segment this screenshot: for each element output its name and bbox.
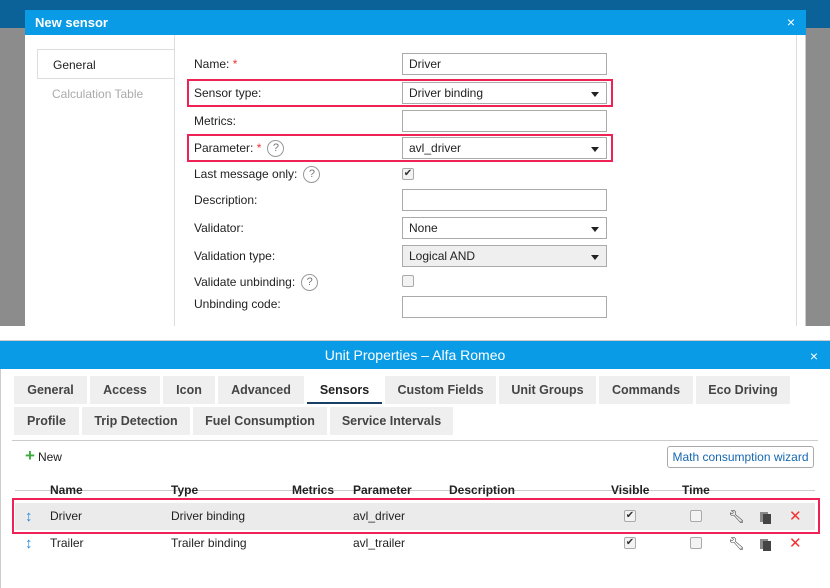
tab-access[interactable]: Access <box>90 376 160 404</box>
close-icon[interactable]: × <box>787 10 795 35</box>
last-message-only-checkbox[interactable]: ✔ <box>402 168 414 180</box>
validation-type-select[interactable]: Logical AND <box>402 245 607 267</box>
validate-unbinding-checkbox[interactable] <box>402 275 414 287</box>
column-header-time: Time <box>682 483 710 497</box>
tab-unit-groups[interactable]: Unit Groups <box>499 376 596 404</box>
sensor-parameter: avl_trailer <box>353 536 406 550</box>
math-consumption-wizard-button[interactable]: Math consumption wizard <box>667 446 814 468</box>
column-header-name: Name <box>50 483 83 497</box>
column-header-description: Description <box>449 483 516 497</box>
last-message-only-label: Last message only:? <box>194 163 321 185</box>
wrench-icon[interactable]: 🔧︎ <box>728 530 745 557</box>
side-tab-general[interactable]: General <box>37 49 175 79</box>
tab-general[interactable]: General <box>14 376 87 404</box>
divider <box>12 440 818 441</box>
column-header-metrics: Metrics <box>292 483 335 497</box>
visible-checkbox[interactable]: ✔ <box>624 537 636 549</box>
name-label: Name: * <box>194 57 238 71</box>
tab-fuel-consumption[interactable]: Fuel Consumption <box>193 407 327 435</box>
validate-unbinding-label: Validate unbinding:? <box>194 271 319 293</box>
unbinding-code-input[interactable] <box>402 296 607 318</box>
plus-icon: + <box>25 446 35 465</box>
new-sensor-button[interactable]: + New <box>25 447 62 466</box>
help-icon[interactable]: ? <box>267 140 285 158</box>
new-label: New <box>37 450 62 464</box>
tab-custom-fields[interactable]: Custom Fields <box>385 376 496 404</box>
tab-profile[interactable]: Profile <box>14 407 79 435</box>
description-label: Description: <box>194 193 258 207</box>
sensor-type-select[interactable]: Driver binding <box>402 82 607 104</box>
help-icon[interactable]: ? <box>301 274 319 292</box>
validator-label: Validator: <box>194 221 244 235</box>
tab-icon[interactable]: Icon <box>163 376 215 404</box>
divider <box>174 35 175 326</box>
description-input[interactable] <box>402 189 607 211</box>
side-tab-calculation-table[interactable]: Calculation Table <box>37 79 175 109</box>
window-title: Unit Properties – Alfa Romeo <box>0 341 830 369</box>
name-input[interactable]: Driver <box>402 53 607 75</box>
column-header-visible: Visible <box>611 483 650 497</box>
time-checkbox[interactable] <box>690 537 702 549</box>
unbinding-code-label: Unbinding code: <box>194 297 281 311</box>
dialog-title: New sensor <box>25 10 806 35</box>
tab-advanced[interactable]: Advanced <box>218 376 304 404</box>
metrics-input[interactable] <box>402 110 607 132</box>
copy-icon[interactable] <box>763 541 771 551</box>
tab-trip-detection[interactable]: Trip Detection <box>82 407 190 435</box>
parameter-select[interactable]: avl_driver <box>402 137 607 159</box>
parameter-label: Parameter: *? <box>194 137 285 159</box>
delete-icon[interactable]: ✕ <box>789 530 802 557</box>
sensor-type: Trailer binding <box>171 536 247 550</box>
help-icon[interactable]: ? <box>303 166 321 184</box>
column-header-parameter: Parameter <box>353 483 412 497</box>
highlight-box <box>12 498 820 534</box>
close-icon[interactable]: × <box>810 341 818 371</box>
column-header-type: Type <box>171 483 199 497</box>
metrics-label: Metrics: <box>194 114 236 128</box>
drag-handle-icon[interactable]: ↕ <box>25 530 33 557</box>
validation-type-label: Validation type: <box>194 249 276 263</box>
validator-select[interactable]: None <box>402 217 607 239</box>
tab-service-intervals[interactable]: Service Intervals <box>330 407 453 435</box>
sensor-type-label: Sensor type: <box>194 86 262 100</box>
divider <box>796 35 797 326</box>
tab-commands[interactable]: Commands <box>599 376 693 404</box>
tab-sensors[interactable]: Sensors <box>307 376 382 404</box>
sensor-name: Trailer <box>50 536 84 550</box>
tab-eco-driving[interactable]: Eco Driving <box>696 376 790 404</box>
